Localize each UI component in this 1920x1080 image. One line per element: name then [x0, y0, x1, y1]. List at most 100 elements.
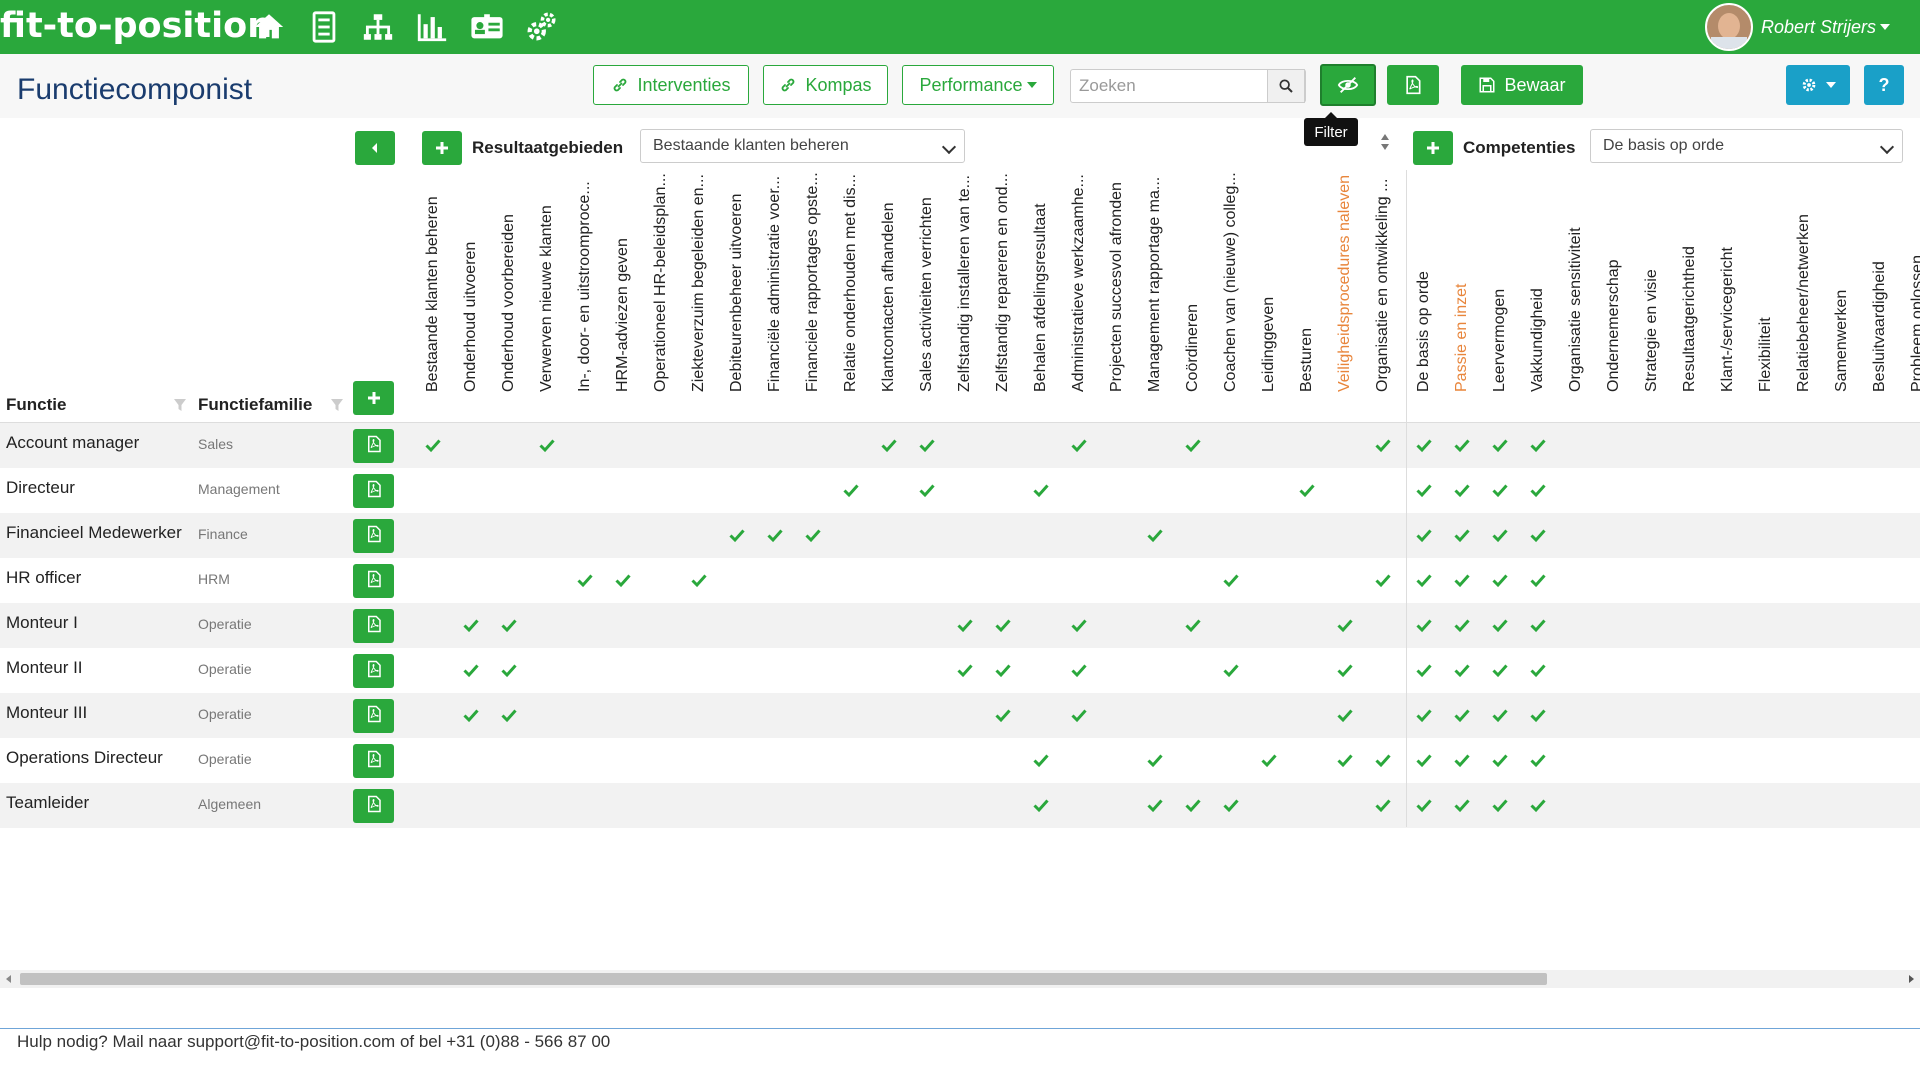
check-icon[interactable] [1454, 437, 1470, 453]
check-icon[interactable] [1492, 707, 1508, 723]
resultaat-column-header[interactable]: Operationeel HR-beleidsplan... [646, 170, 676, 410]
check-icon[interactable] [1530, 752, 1546, 768]
functie-name[interactable]: Account manager [6, 433, 139, 453]
resultaat-column-header[interactable]: Financiele rapportages opste... [798, 170, 828, 410]
resultaat-column-header[interactable]: Onderhoud voorbereiden [494, 170, 524, 410]
resultaat-column-header[interactable]: Bestaande klanten beheren [418, 170, 448, 410]
check-icon[interactable] [1337, 752, 1353, 768]
check-icon[interactable] [1033, 797, 1049, 813]
resultaat-column-header[interactable]: Behalen afdelingsresultaat [1026, 170, 1056, 410]
add-resultaat-button[interactable] [422, 131, 462, 165]
check-icon[interactable] [463, 617, 479, 633]
check-icon[interactable] [1416, 617, 1432, 633]
resultaat-column-header[interactable]: Zelfstandig installeren van te... [950, 170, 980, 410]
resultaat-column-header[interactable]: Besturen [1292, 170, 1322, 410]
scroll-left-arrow[interactable] [6, 975, 11, 983]
interventies-button[interactable]: Interventies [593, 65, 749, 105]
check-icon[interactable] [1147, 797, 1163, 813]
check-icon[interactable] [957, 662, 973, 678]
resultaat-column-header[interactable]: Onderhoud uitvoeren [456, 170, 486, 410]
check-icon[interactable] [1337, 662, 1353, 678]
resultaat-column-header[interactable]: Administratieve werkzaamhe... [1064, 170, 1094, 410]
check-icon[interactable] [1492, 797, 1508, 813]
resultaat-column-header[interactable]: Verwerven nieuwe klanten [532, 170, 562, 410]
sort-icon[interactable] [1380, 133, 1390, 151]
check-icon[interactable] [995, 707, 1011, 723]
check-icon[interactable] [1454, 662, 1470, 678]
check-icon[interactable] [1223, 797, 1239, 813]
check-icon[interactable] [1375, 572, 1391, 588]
check-icon[interactable] [1375, 797, 1391, 813]
row-pdf-button[interactable] [353, 519, 394, 553]
row-pdf-button[interactable] [353, 429, 394, 463]
row-pdf-button[interactable] [353, 654, 394, 688]
check-icon[interactable] [767, 527, 783, 543]
check-icon[interactable] [881, 437, 897, 453]
check-icon[interactable] [1033, 482, 1049, 498]
competentie-column-header[interactable]: Strategie en visie [1637, 170, 1667, 410]
competentie-column-header[interactable]: Leervermogen [1485, 170, 1515, 410]
functie-name[interactable]: HR officer [6, 568, 81, 588]
check-icon[interactable] [1530, 482, 1546, 498]
check-icon[interactable] [1071, 707, 1087, 723]
check-icon[interactable] [919, 437, 935, 453]
check-icon[interactable] [1454, 482, 1470, 498]
save-button[interactable]: Bewaar [1461, 65, 1583, 105]
resultaat-column-header[interactable]: Debiteurenbeheer uitvoeren [722, 170, 752, 410]
competentie-column-header[interactable]: Organisatie sensitiviteit [1561, 170, 1591, 410]
check-icon[interactable] [1185, 437, 1201, 453]
check-icon[interactable] [463, 707, 479, 723]
functie-name[interactable]: Teamleider [6, 793, 89, 813]
resultaat-column-header[interactable]: In-, door- en uitstroomproce... [570, 170, 600, 410]
settings-dropdown[interactable] [1786, 65, 1850, 105]
resultaat-column-header[interactable]: Veiligheidsprocedures naleven [1330, 170, 1360, 410]
check-icon[interactable] [1223, 662, 1239, 678]
check-icon[interactable] [1185, 797, 1201, 813]
check-icon[interactable] [463, 662, 479, 678]
filter-icon[interactable] [173, 398, 187, 412]
search-button[interactable] [1267, 69, 1305, 103]
competentie-column-header[interactable]: Probleem oplossen [1903, 170, 1920, 410]
check-icon[interactable] [1416, 437, 1432, 453]
add-competentie-button[interactable] [1413, 131, 1453, 165]
check-icon[interactable] [1492, 662, 1508, 678]
check-icon[interactable] [1492, 527, 1508, 543]
check-icon[interactable] [501, 617, 517, 633]
check-icon[interactable] [1416, 527, 1432, 543]
resultaat-column-header[interactable]: Coördineren [1178, 170, 1208, 410]
collapse-left-button[interactable] [355, 131, 395, 165]
check-icon[interactable] [957, 617, 973, 633]
cogs-icon[interactable] [524, 10, 558, 44]
org-chart-icon[interactable] [361, 10, 395, 44]
row-pdf-button[interactable] [353, 744, 394, 778]
check-icon[interactable] [1454, 617, 1470, 633]
check-icon[interactable] [1492, 482, 1508, 498]
check-icon[interactable] [1530, 572, 1546, 588]
resultaat-column-header[interactable]: Coachen van (nieuwe) colleg... [1216, 170, 1246, 410]
check-icon[interactable] [1337, 617, 1353, 633]
check-icon[interactable] [1454, 527, 1470, 543]
help-button[interactable]: ? [1864, 65, 1904, 105]
resultaat-column-header[interactable]: Financiële administratie voer... [760, 170, 790, 410]
row-pdf-button[interactable] [353, 609, 394, 643]
check-icon[interactable] [919, 482, 935, 498]
check-icon[interactable] [1492, 752, 1508, 768]
competentie-column-header[interactable]: Besluitvaardigheid [1865, 170, 1895, 410]
check-icon[interactable] [1530, 437, 1546, 453]
performance-dropdown[interactable]: Performance [902, 65, 1054, 105]
check-icon[interactable] [1337, 707, 1353, 723]
resultaat-column-header[interactable]: Ziekteverzuim begeleiden en... [684, 170, 714, 410]
resultaat-column-header[interactable]: Sales activiteiten verrichten [912, 170, 942, 410]
check-icon[interactable] [1416, 662, 1432, 678]
functie-name[interactable]: Operations Directeur [6, 748, 163, 768]
check-icon[interactable] [1071, 617, 1087, 633]
check-icon[interactable] [1416, 707, 1432, 723]
competentie-column-header[interactable]: Resultaatgerichtheid [1675, 170, 1705, 410]
check-icon[interactable] [1071, 437, 1087, 453]
resultaatgebied-select[interactable]: Bestaande klanten beheren [640, 129, 965, 163]
bar-chart-icon[interactable] [415, 10, 449, 44]
check-icon[interactable] [1530, 527, 1546, 543]
competentie-column-header[interactable]: De basis op orde [1409, 170, 1439, 410]
competentie-column-header[interactable]: Klant-/servicegericht [1713, 170, 1743, 410]
row-pdf-button[interactable] [353, 699, 394, 733]
